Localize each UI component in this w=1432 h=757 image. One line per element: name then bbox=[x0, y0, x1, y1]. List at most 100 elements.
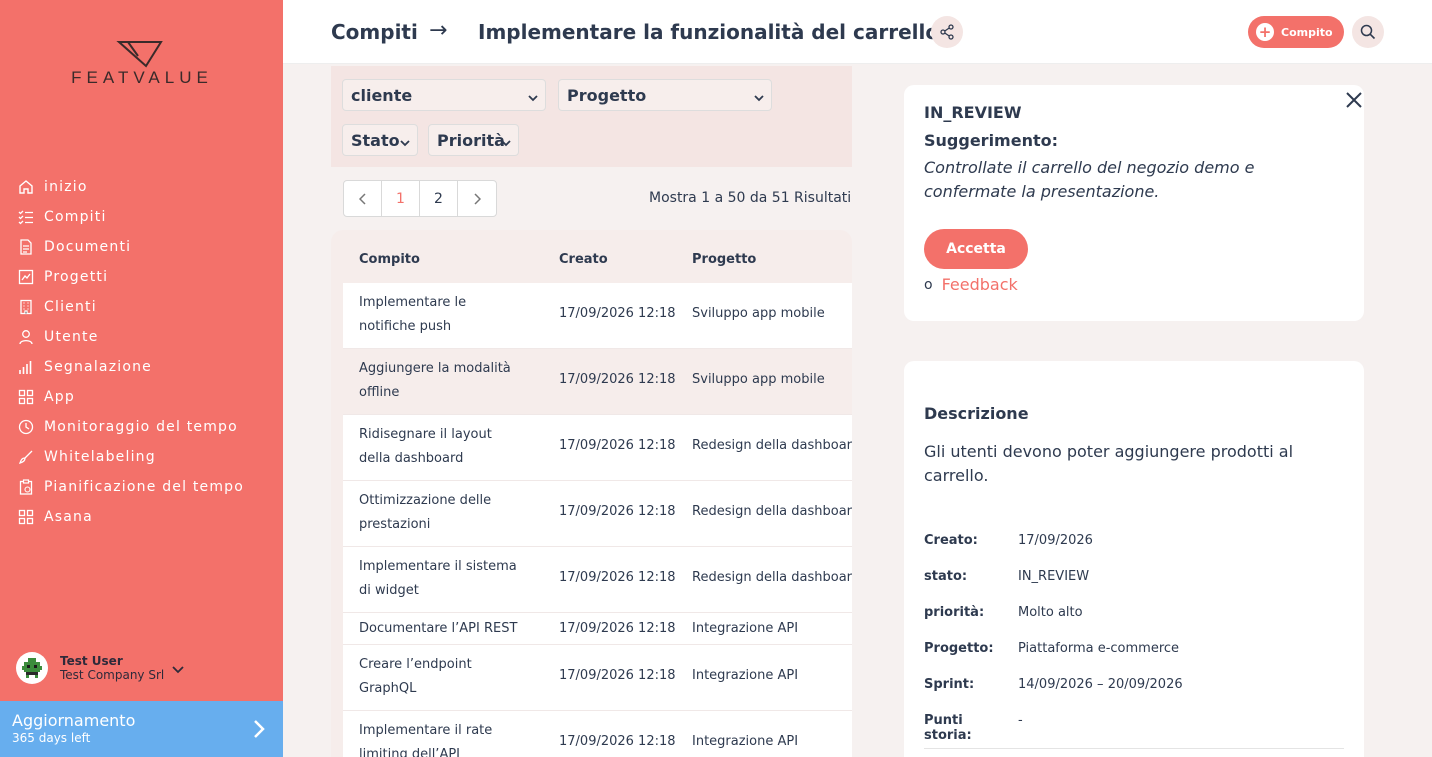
client-filter-select[interactable]: cliente bbox=[342, 79, 546, 111]
sidebar-item-label: Pianificazione del tempo bbox=[44, 479, 245, 495]
meta-value: IN_REVIEW bbox=[1018, 569, 1090, 584]
task-name: Aggiungere la modalità offline bbox=[359, 361, 511, 400]
table-body: Implementare le notifiche push 17/09/2026… bbox=[343, 283, 852, 757]
next-page-button[interactable] bbox=[458, 181, 496, 216]
search-button[interactable] bbox=[1352, 16, 1384, 48]
accept-button[interactable]: Accetta bbox=[924, 229, 1028, 269]
apps-icon bbox=[16, 508, 36, 526]
sidebar-item-inizio[interactable]: inizio bbox=[16, 172, 244, 202]
chart-board-icon bbox=[16, 268, 36, 286]
feedback-bullet: o bbox=[924, 276, 933, 293]
meta-value: Piattaforma e-commerce bbox=[1018, 641, 1180, 656]
meta-label: stato: bbox=[924, 569, 968, 584]
task-name: Implementare il rate limiting dell’API bbox=[359, 723, 493, 757]
sidebar-item-utente[interactable]: Utente bbox=[16, 322, 244, 352]
share-icon bbox=[940, 24, 954, 40]
column-header-task[interactable]: Compito bbox=[359, 252, 420, 267]
task-name: Implementare le notifiche push bbox=[359, 295, 467, 334]
breadcrumb-root[interactable]: Compiti bbox=[331, 20, 418, 44]
breadcrumb-arrow: → bbox=[429, 18, 448, 43]
user-name: Test User bbox=[60, 654, 123, 668]
project-name: Redesign della dashboard bbox=[692, 570, 852, 585]
table-row[interactable]: Ottimizzazione delle prestazioni 17/09/20… bbox=[343, 481, 852, 547]
meta-value: Molto alto bbox=[1018, 605, 1083, 620]
created-date: 17/09/2026 12:18 bbox=[559, 372, 676, 387]
home-icon bbox=[16, 178, 36, 196]
table-row[interactable]: Ridisegnare il layout della dashboard 17/… bbox=[343, 415, 852, 481]
brush-icon bbox=[16, 448, 36, 466]
clipboard-icon bbox=[16, 478, 36, 496]
user-menu[interactable]: Test User Test Company Srl bbox=[16, 652, 184, 684]
building-icon bbox=[16, 298, 36, 316]
chevron-left-icon bbox=[358, 192, 366, 205]
logo[interactable]: FEATVALUE bbox=[56, 40, 228, 90]
bar-chart-icon bbox=[16, 358, 36, 376]
table-row[interactable]: Implementare il rate limiting dell’API 17… bbox=[343, 711, 852, 757]
upgrade-banner[interactable]: Aggiornamento 365 days left bbox=[0, 701, 283, 757]
sidebar-item-label: Progetti bbox=[44, 269, 109, 285]
meta-value: 17/09/2026 bbox=[1018, 533, 1093, 548]
tasks-table: Compito Creato Progetto Implementare le … bbox=[331, 230, 852, 757]
sidebar-item-compiti[interactable]: Compiti bbox=[16, 202, 244, 232]
suggestion-text: Controllate il carrello del negozio demo… bbox=[924, 158, 1255, 201]
sidebar-item-label: inizio bbox=[44, 179, 88, 195]
add-task-label: Compito bbox=[1281, 25, 1333, 39]
clock-icon bbox=[16, 418, 36, 436]
column-header-created[interactable]: Creato bbox=[559, 252, 608, 267]
meta-value: 14/09/2026 – 20/09/2026 bbox=[1018, 677, 1183, 692]
created-date: 17/09/2026 12:18 bbox=[559, 504, 676, 519]
sidebar-item-documenti[interactable]: Documenti bbox=[16, 232, 244, 262]
priority-filter-value: Priorità bbox=[437, 130, 505, 150]
status-filter-select[interactable]: Stato bbox=[342, 124, 418, 156]
top-header: Compiti → Implementare la funzionalità d… bbox=[283, 0, 1432, 64]
checklist-icon bbox=[16, 208, 36, 226]
description-title: Descrizione bbox=[924, 404, 1029, 423]
filters-panel: cliente Progetto Stato Priorità bbox=[331, 66, 852, 167]
column-header-project[interactable]: Progetto bbox=[692, 252, 756, 267]
created-date: 17/09/2026 12:18 bbox=[559, 306, 676, 321]
priority-filter-select[interactable]: Priorità bbox=[428, 124, 519, 156]
avatar bbox=[16, 652, 48, 684]
add-task-button[interactable]: + Compito bbox=[1248, 16, 1344, 48]
share-button[interactable] bbox=[931, 16, 963, 48]
page-1-button[interactable]: 1 bbox=[382, 181, 420, 216]
page-2-button[interactable]: 2 bbox=[420, 181, 458, 216]
table-row[interactable]: Creare l’endpoint GraphQL 17/09/2026 12:1… bbox=[343, 645, 852, 711]
chevron-down-icon bbox=[500, 134, 512, 153]
sidebar-item-pianificazione-tempo[interactable]: Pianificazione del tempo bbox=[16, 472, 244, 502]
table-row[interactable]: Implementare le notifiche push 17/09/2026… bbox=[343, 283, 852, 349]
logo-mark-icon bbox=[116, 41, 163, 68]
project-name: Integrazione API bbox=[692, 621, 799, 636]
sidebar-item-asana[interactable]: Asana bbox=[16, 502, 244, 532]
chevron-down-icon bbox=[527, 89, 539, 108]
meta-label: Punti storia: bbox=[924, 713, 972, 743]
sidebar-item-monitoraggio-tempo[interactable]: Monitoraggio del tempo bbox=[16, 412, 244, 442]
created-date: 17/09/2026 12:18 bbox=[559, 621, 676, 636]
sidebar-item-progetti[interactable]: Progetti bbox=[16, 262, 244, 292]
page-title: Implementare la funzionalità del carrell… bbox=[478, 20, 940, 44]
task-name: Implementare il sistema di widget bbox=[359, 559, 517, 598]
table-row[interactable]: Documentare l’API REST 17/09/2026 12:18 In… bbox=[343, 613, 852, 645]
sidebar-item-clienti[interactable]: Clienti bbox=[16, 292, 244, 322]
table-row[interactable]: Aggiungere la modalità offline 17/09/2026… bbox=[343, 349, 852, 415]
project-filter-select[interactable]: Progetto bbox=[558, 79, 772, 111]
feedback-link[interactable]: o Feedback bbox=[924, 275, 1018, 294]
sidebar-item-segnalazione[interactable]: Segnalazione bbox=[16, 352, 244, 382]
prev-page-button[interactable] bbox=[344, 181, 382, 216]
close-icon[interactable] bbox=[1342, 88, 1366, 116]
sidebar-item-label: Monitoraggio del tempo bbox=[44, 419, 238, 435]
pixel-avatar-icon bbox=[22, 658, 42, 678]
task-name: Documentare l’API REST bbox=[359, 621, 518, 636]
created-date: 17/09/2026 12:18 bbox=[559, 734, 676, 749]
sidebar-item-app[interactable]: App bbox=[16, 382, 244, 412]
table-row[interactable]: Implementare il sistema di widget 17/09/2… bbox=[343, 547, 852, 613]
chevron-down-icon[interactable] bbox=[172, 659, 184, 678]
document-icon bbox=[16, 238, 36, 256]
sidebar-item-whitelabeling[interactable]: Whitelabeling bbox=[16, 442, 244, 472]
sidebar-item-label: App bbox=[44, 389, 75, 405]
project-name: Sviluppo app mobile bbox=[692, 372, 825, 387]
project-name: Redesign della dashboard bbox=[692, 504, 852, 519]
sidebar: FEATVALUE inizio Compiti Documenti Proge… bbox=[0, 0, 283, 757]
client-filter-value: cliente bbox=[351, 85, 413, 105]
meta-label: priorità: bbox=[924, 605, 985, 620]
